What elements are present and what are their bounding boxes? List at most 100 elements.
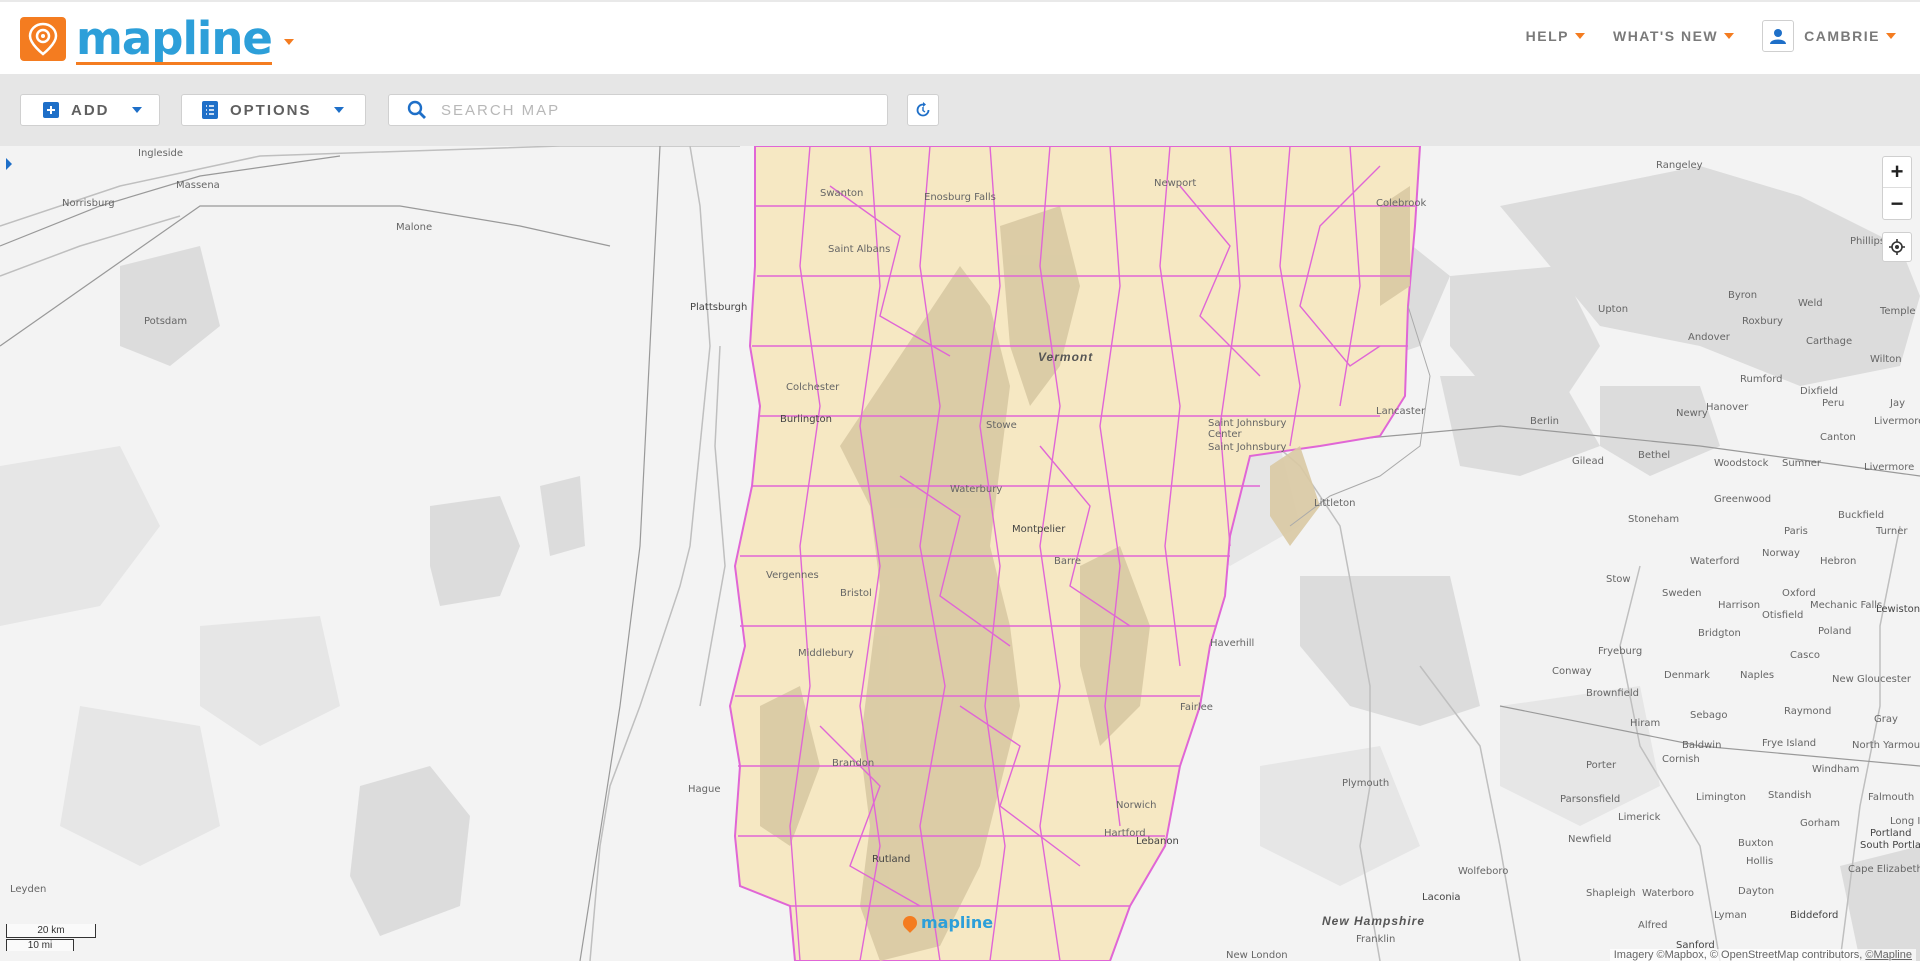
place-label: Dayton <box>1738 886 1775 897</box>
place-label: Paris <box>1784 526 1808 537</box>
place-label: Franklin <box>1356 934 1396 945</box>
place-label: Conway <box>1552 666 1592 677</box>
place-label: Canton <box>1820 432 1856 443</box>
logo-menu-caret-icon[interactable] <box>283 39 294 45</box>
place-label: Portland <box>1870 828 1912 839</box>
chevron-down-icon <box>1724 33 1735 39</box>
user-menu[interactable]: CAMBRIE <box>1762 20 1896 52</box>
place-label: Hanover <box>1706 402 1749 413</box>
place-label: Greenwood <box>1714 494 1772 505</box>
user-name: CAMBRIE <box>1804 28 1880 44</box>
place-label: Brownfield <box>1586 688 1639 699</box>
place-label: Hollis <box>1746 856 1774 867</box>
place-label: Poland <box>1818 626 1852 637</box>
place-label: Porter <box>1586 760 1617 771</box>
place-label: Ingleside <box>138 148 184 159</box>
map-basemap <box>0 146 1920 961</box>
place-label: Stoneham <box>1628 514 1680 525</box>
map-scale: 20 km 10 mi <box>6 924 96 954</box>
place-label: Colchester <box>786 382 840 393</box>
watermark-pin-icon <box>900 912 920 933</box>
place-label: North Yarmouth <box>1852 740 1920 751</box>
place-label: Upton <box>1598 304 1629 315</box>
attribution-text: Imagery ©Mapbox, © OpenStreetMap contrib… <box>1613 949 1863 961</box>
zoom-out-button[interactable]: − <box>1883 188 1911 219</box>
magnifier-icon <box>407 100 427 120</box>
place-label: Waterford <box>1690 556 1740 567</box>
place-label: Fryeburg <box>1598 646 1643 657</box>
place-label: Burlington <box>780 414 832 425</box>
place-label: Wolfeboro <box>1458 866 1509 877</box>
search-map-input[interactable] <box>441 101 861 119</box>
place-label: Windham <box>1812 764 1860 775</box>
side-panel-toggle-icon[interactable] <box>6 158 12 170</box>
add-button-label: ADD <box>71 101 110 119</box>
place-label: Sweden <box>1662 588 1702 599</box>
place-label: Hebron <box>1820 556 1857 567</box>
app-logo[interactable]: mapline <box>20 12 294 65</box>
scale-mi: 10 mi <box>6 939 74 951</box>
place-label: Otisfield <box>1762 610 1804 621</box>
place-label: Plymouth <box>1342 778 1390 789</box>
place-label: Stowe <box>986 420 1017 431</box>
nav-help-label: HELP <box>1525 28 1569 44</box>
place-label: Massena <box>176 180 220 191</box>
list-icon <box>202 101 218 119</box>
place-label: Bridgton <box>1698 628 1741 639</box>
attribution-link[interactable]: ©Mapline <box>1865 949 1912 961</box>
nav-help[interactable]: HELP <box>1526 28 1585 44</box>
place-label: Shapleigh <box>1586 888 1636 899</box>
map-canvas[interactable]: Ingleside Norrisburg Massena Malone Pots… <box>0 146 1920 961</box>
place-label: Long Is <box>1890 816 1920 827</box>
map-attribution: Imagery ©Mapbox, © OpenStreetMap contrib… <box>1609 949 1916 961</box>
place-label: Saint Johnsbury Center <box>1208 418 1287 440</box>
place-label: Temple <box>1880 306 1916 317</box>
place-label: Gilead <box>1572 456 1604 467</box>
place-label: Littleton <box>1314 498 1356 509</box>
place-label: Swanton <box>820 188 864 199</box>
place-label: Limington <box>1696 792 1746 803</box>
chevron-down-icon <box>131 107 142 113</box>
place-label: Standish <box>1768 790 1812 801</box>
place-label: Enosburg Falls <box>924 192 996 203</box>
place-label: Alfred <box>1638 920 1668 931</box>
place-label: Berlin <box>1530 416 1560 427</box>
refresh-map-button[interactable] <box>907 94 939 126</box>
place-label: Newry <box>1676 408 1708 419</box>
place-label: Vergennes <box>766 570 819 581</box>
place-label: Weld <box>1798 298 1823 309</box>
place-label: Wilton <box>1870 354 1902 365</box>
scale-km: 20 km <box>6 924 96 938</box>
place-label: Lyman <box>1714 910 1747 921</box>
chevron-down-icon <box>1886 33 1896 39</box>
place-label: Potsdam <box>144 316 188 327</box>
place-label: Peru <box>1822 398 1845 409</box>
place-label: Fairlee <box>1180 702 1213 713</box>
place-label: Lebanon <box>1136 836 1179 847</box>
place-label: Saint Johnsbury <box>1208 442 1287 453</box>
options-button[interactable]: OPTIONS <box>181 94 366 126</box>
place-label: Cape Elizabeth <box>1848 864 1920 875</box>
place-label: Harrison <box>1718 600 1761 611</box>
place-label: Sebago <box>1690 710 1728 721</box>
place-label: Rutland <box>872 854 911 865</box>
locate-button[interactable] <box>1882 232 1912 262</box>
user-icon <box>1762 20 1795 52</box>
plus-square-icon <box>43 102 59 118</box>
place-label: Brandon <box>832 758 875 769</box>
place-label: Bethel <box>1638 450 1671 461</box>
place-label: Mechanic Falls <box>1810 600 1883 611</box>
logo-text: mapline <box>76 12 273 65</box>
place-label: Dixfield <box>1800 386 1838 397</box>
place-label: Raymond <box>1784 706 1832 717</box>
place-label: Byron <box>1728 290 1758 301</box>
place-label: Casco <box>1790 650 1820 661</box>
nav-whats-new[interactable]: WHAT'S NEW <box>1613 28 1735 44</box>
place-label: Oxford <box>1782 588 1816 599</box>
place-label: Woodstock <box>1714 458 1769 469</box>
search-map-field[interactable] <box>388 94 888 126</box>
chevron-down-icon <box>1574 33 1585 39</box>
place-label: Haverhill <box>1210 638 1255 649</box>
zoom-in-button[interactable]: + <box>1883 157 1911 188</box>
add-button[interactable]: ADD <box>20 94 160 126</box>
